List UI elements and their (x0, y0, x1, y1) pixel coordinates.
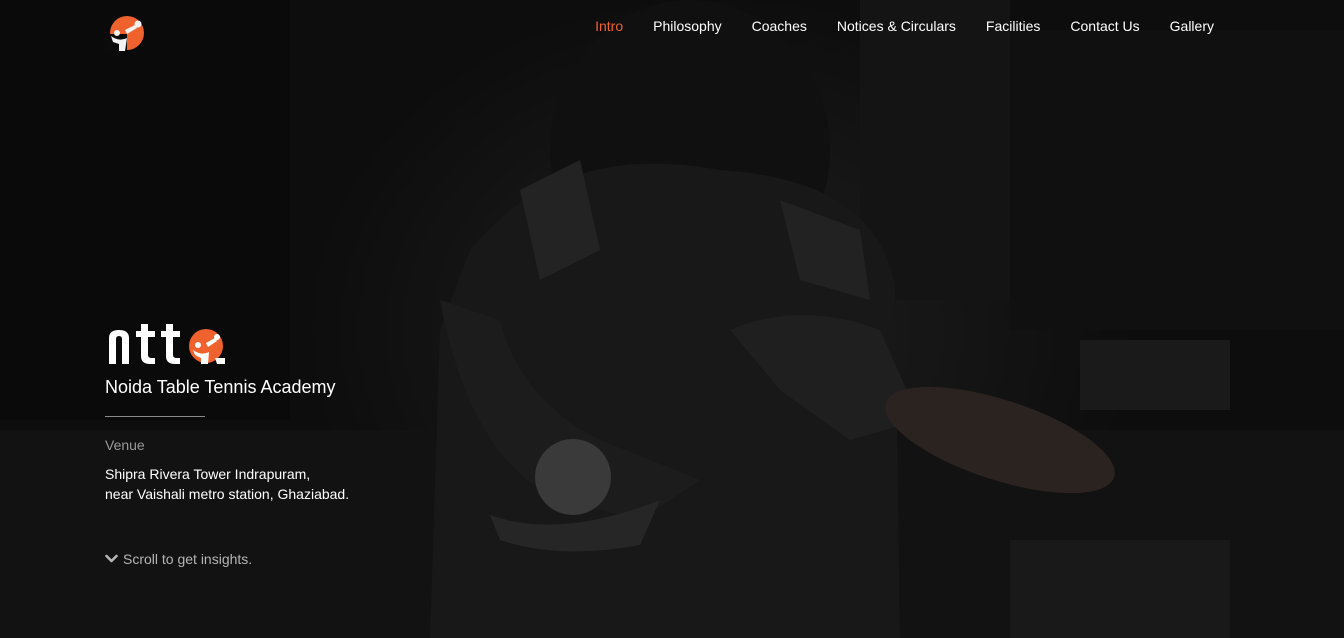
nav-intro[interactable]: Intro (580, 17, 638, 35)
venue-address: Shipra Rivera Tower Indrapuram, near Vai… (105, 464, 525, 504)
scroll-hint-link[interactable]: Scroll to get insights. (105, 551, 252, 567)
academy-name: Noida Table Tennis Academy (105, 377, 336, 397)
top-navigation: Intro Philosophy Coaches Notices & Circu… (0, 0, 1344, 60)
scroll-hint-text: Scroll to get insights. (123, 551, 253, 567)
venue-address-line1: Shipra Rivera Tower Indrapuram, (105, 466, 311, 482)
hero-content: Noida Table Tennis Academy Venue Shipra … (105, 322, 525, 504)
brand-logo-icon[interactable] (105, 16, 147, 53)
nav-coaches[interactable]: Coaches (737, 17, 822, 35)
ntt-logo (109, 324, 225, 364)
nav-philosophy[interactable]: Philosophy (638, 17, 737, 35)
chevron-down-icon (105, 554, 118, 563)
divider (105, 416, 205, 417)
hero-section: Intro Philosophy Coaches Notices & Circu… (0, 0, 1344, 638)
nav-notices-circulars[interactable]: Notices & Circulars (822, 17, 971, 35)
nav-facilities[interactable]: Facilities (971, 17, 1055, 35)
nav-gallery[interactable]: Gallery (1155, 17, 1229, 35)
venue-address-line2: near Vaishali metro station, Ghaziabad. (105, 486, 350, 502)
main-nav: Intro Philosophy Coaches Notices & Circu… (580, 17, 1229, 35)
background-photo (0, 0, 1344, 638)
nav-contact-us[interactable]: Contact Us (1055, 17, 1154, 35)
venue-label: Venue (105, 437, 145, 453)
